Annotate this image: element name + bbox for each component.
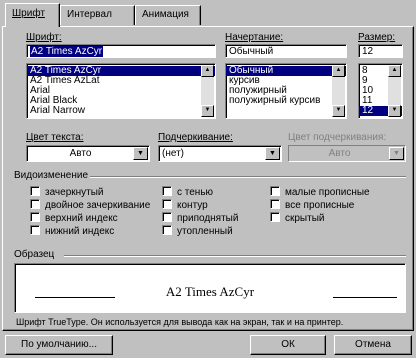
emboss-checkbox[interactable]: приподнятый (162, 212, 238, 224)
all-caps-checkbox[interactable]: все прописные (270, 199, 354, 211)
ok-button[interactable]: ОК (250, 335, 326, 355)
checkbox-box[interactable] (162, 186, 172, 196)
checkbox-box[interactable] (30, 212, 40, 222)
style-input[interactable]: Обычный (225, 44, 347, 58)
font-list-items: A2 Times AzCyr A2 Times AzLat Arial Aria… (27, 64, 215, 116)
chevron-down-icon[interactable]: ▼ (133, 147, 148, 160)
checkbox-box[interactable] (30, 186, 40, 196)
style-list[interactable]: Обычный курсив полужирный полужирный кур… (225, 63, 347, 119)
checkbox-box[interactable] (162, 212, 172, 222)
size-list-scrollbar[interactable]: ▲ ▼ (388, 65, 401, 117)
checkbox-box[interactable] (30, 199, 40, 209)
chevron-down-icon: ▼ (389, 147, 404, 160)
effects-divider (90, 176, 406, 178)
shadow-checkbox[interactable]: с тенью (162, 186, 213, 198)
list-item[interactable]: A2 Times AzLat (27, 76, 215, 86)
tab-animation[interactable]: Анимация (135, 5, 201, 25)
chevron-down-icon[interactable]: ▼ (265, 147, 280, 160)
checkbox-box[interactable] (270, 212, 280, 222)
style-list-items: Обычный курсив полужирный полужирный кур… (226, 64, 346, 106)
size-label: Размер: (358, 32, 396, 43)
underline-color-value: Авто (328, 148, 351, 159)
default-button[interactable]: По умолчанию... (5, 335, 113, 355)
up-arrow-icon[interactable]: ▲ (201, 65, 214, 77)
preview-label: Образец (14, 249, 55, 260)
font-list[interactable]: A2 Times AzCyr A2 Times AzLat Arial Aria… (26, 63, 216, 119)
preview-divider (64, 255, 406, 257)
down-arrow-icon[interactable]: ▼ (201, 105, 214, 117)
checkbox-box[interactable] (30, 225, 40, 235)
style-label: Начертание: (225, 32, 284, 43)
checkbox-box[interactable] (270, 186, 280, 196)
preview-box: A2 Times AzCyr (14, 263, 406, 313)
size-list[interactable]: 8 9 10 11 12 ▲ ▼ (358, 63, 403, 119)
list-item[interactable]: Arial Narrow (27, 106, 215, 116)
checkbox-box[interactable] (162, 199, 172, 209)
font-name-input[interactable]: A2 Times AzCyr (26, 44, 216, 58)
small-caps-checkbox[interactable]: малые прописные (270, 186, 370, 198)
strikethrough-checkbox[interactable]: зачеркнутый (30, 186, 104, 198)
text-color-dropdown[interactable]: Авто ▼ (26, 145, 150, 162)
underline-color-dropdown: Авто ▼ (288, 145, 406, 162)
checkbox-box[interactable] (162, 225, 172, 235)
underline-value: (нет) (162, 148, 184, 159)
superscript-checkbox[interactable]: верхний индекс (30, 212, 118, 224)
tab-spacing[interactable]: Интервал (60, 5, 135, 25)
up-arrow-icon[interactable]: ▲ (388, 65, 401, 77)
outline-checkbox[interactable]: контур (162, 199, 208, 211)
up-arrow-icon[interactable]: ▲ (332, 65, 345, 77)
preview-baseline-right (333, 297, 397, 298)
engrave-checkbox[interactable]: утопленный (162, 225, 233, 237)
underline-color-label: Цвет подчеркивания: (288, 132, 387, 143)
double-strikethrough-checkbox[interactable]: двойное зачеркивание (30, 199, 150, 211)
checkbox-box[interactable] (270, 199, 280, 209)
font-list-scrollbar[interactable]: ▲ ▼ (201, 65, 214, 117)
subscript-checkbox[interactable]: нижний индекс (30, 225, 114, 237)
down-arrow-icon[interactable]: ▼ (332, 105, 345, 117)
preview-note: Шрифт TrueType. Он используется для выво… (16, 317, 344, 327)
size-input[interactable]: 12 (358, 44, 403, 58)
cancel-button[interactable]: Отмена (334, 335, 412, 355)
tab-font[interactable]: Шрифт (5, 3, 60, 27)
text-color-label: Цвет текста: (26, 132, 84, 143)
down-arrow-icon[interactable]: ▼ (388, 105, 401, 117)
font-label: Шрифт: (26, 32, 62, 43)
hidden-checkbox[interactable]: скрытый (270, 212, 324, 224)
list-item[interactable]: полужирный курсив (226, 96, 346, 106)
underline-label: Подчеркивание: (158, 132, 233, 143)
text-color-value: Авто (69, 148, 92, 159)
underline-dropdown[interactable]: (нет) ▼ (158, 145, 282, 162)
effects-label: Видоизменение (14, 170, 89, 181)
style-list-scrollbar[interactable]: ▲ ▼ (332, 65, 345, 117)
